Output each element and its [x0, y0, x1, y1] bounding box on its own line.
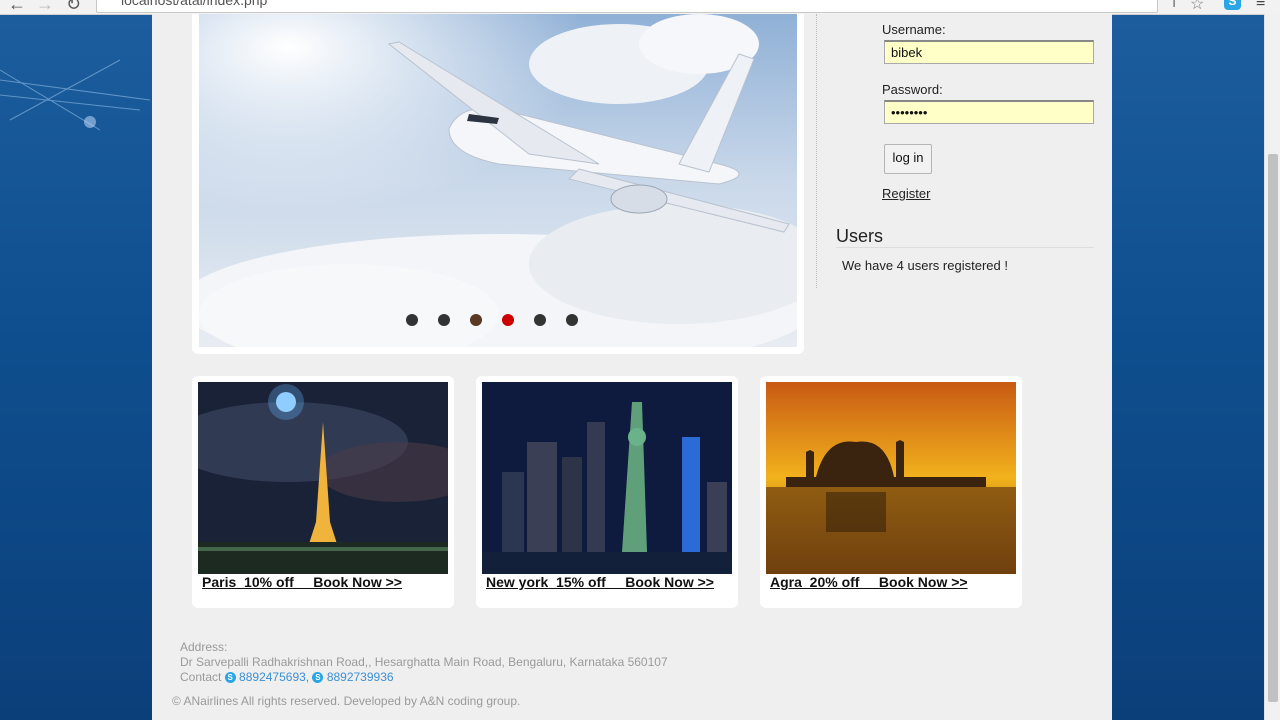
slider-dot[interactable]	[566, 314, 578, 326]
slider-dot[interactable]	[534, 314, 546, 326]
address-bar[interactable]: localhost/atal/index.php	[96, 0, 1158, 13]
vertical-divider	[816, 14, 817, 288]
slider-dot[interactable]	[406, 314, 418, 326]
password-input[interactable]: ••••••••	[884, 100, 1094, 124]
offer-card-paris[interactable]: Paris 10% off Book Now >>	[192, 376, 454, 608]
skype-icon: S	[312, 672, 324, 684]
register-link[interactable]: Register	[882, 186, 930, 201]
copyright-text: © ANairlines All rights reserved. Develo…	[172, 694, 521, 708]
menu-icon[interactable]: ≡	[1256, 0, 1265, 12]
bookmark-star-icon[interactable]: ☆	[1190, 0, 1204, 14]
offer-caption-paris[interactable]: Paris 10% off Book Now >>	[202, 574, 402, 590]
users-heading: Users	[836, 226, 884, 246]
scrollbar-thumb[interactable]	[1268, 154, 1278, 702]
slider-dot[interactable]	[438, 314, 450, 326]
page-scrollbar[interactable]	[1264, 14, 1280, 720]
password-label: Password:	[882, 82, 943, 97]
offer-card-new-york[interactable]: New york 15% off Book Now >>	[476, 376, 738, 608]
slider-dot[interactable]	[470, 314, 482, 326]
background-decoration	[0, 59, 151, 131]
username-label: Username:	[882, 22, 946, 37]
slider-dots	[192, 314, 804, 328]
offer-caption-new-york[interactable]: New york 15% off Book Now >>	[486, 574, 714, 590]
contact-label: Contact	[180, 670, 222, 684]
offer-caption-agra[interactable]: Agra 20% off Book Now >>	[770, 574, 968, 590]
users-count-text: We have 4 users registered !	[842, 258, 1008, 273]
phone-link-2[interactable]: 8892739936	[327, 670, 394, 684]
contact-line: Contact S 8892475693, S 8892739936	[180, 670, 668, 685]
browser-toolbar: ← → ↻ localhost/atal/index.php f ☆ S ≡	[0, 0, 1280, 15]
new-york-statue-of-liberty-image	[482, 382, 732, 574]
username-input[interactable]: bibek	[884, 40, 1094, 64]
login-button[interactable]: log in	[884, 144, 932, 174]
url-text: localhost/atal/index.php	[121, 0, 268, 8]
facebook-icon[interactable]: f	[1172, 0, 1176, 12]
users-heading-rule	[836, 247, 1094, 248]
page-container: Username: bibek Password: •••••••• log i…	[152, 14, 1112, 720]
agra-taj-mahal-image	[766, 382, 1016, 574]
image-slider	[192, 14, 804, 354]
reload-icon[interactable]: ↻	[66, 0, 81, 13]
skype-extension-icon[interactable]: S	[1224, 0, 1241, 10]
slider-dot[interactable]	[502, 314, 514, 326]
airplane-slide-image	[199, 14, 797, 347]
footer-address: Address: Dr Sarvepalli Radhakrishnan Roa…	[180, 640, 668, 685]
skype-icon: S	[224, 672, 236, 684]
back-arrow-icon[interactable]: ←	[8, 0, 26, 13]
phone-link-1[interactable]: 8892475693,	[239, 670, 309, 684]
forward-arrow-icon[interactable]: →	[36, 0, 54, 13]
address-label: Address:	[180, 640, 228, 654]
paris-eiffel-tower-image	[198, 382, 448, 574]
offer-card-agra[interactable]: Agra 20% off Book Now >>	[760, 376, 1022, 608]
address-text: Dr Sarvepalli Radhakrishnan Road,, Hesar…	[180, 655, 668, 669]
